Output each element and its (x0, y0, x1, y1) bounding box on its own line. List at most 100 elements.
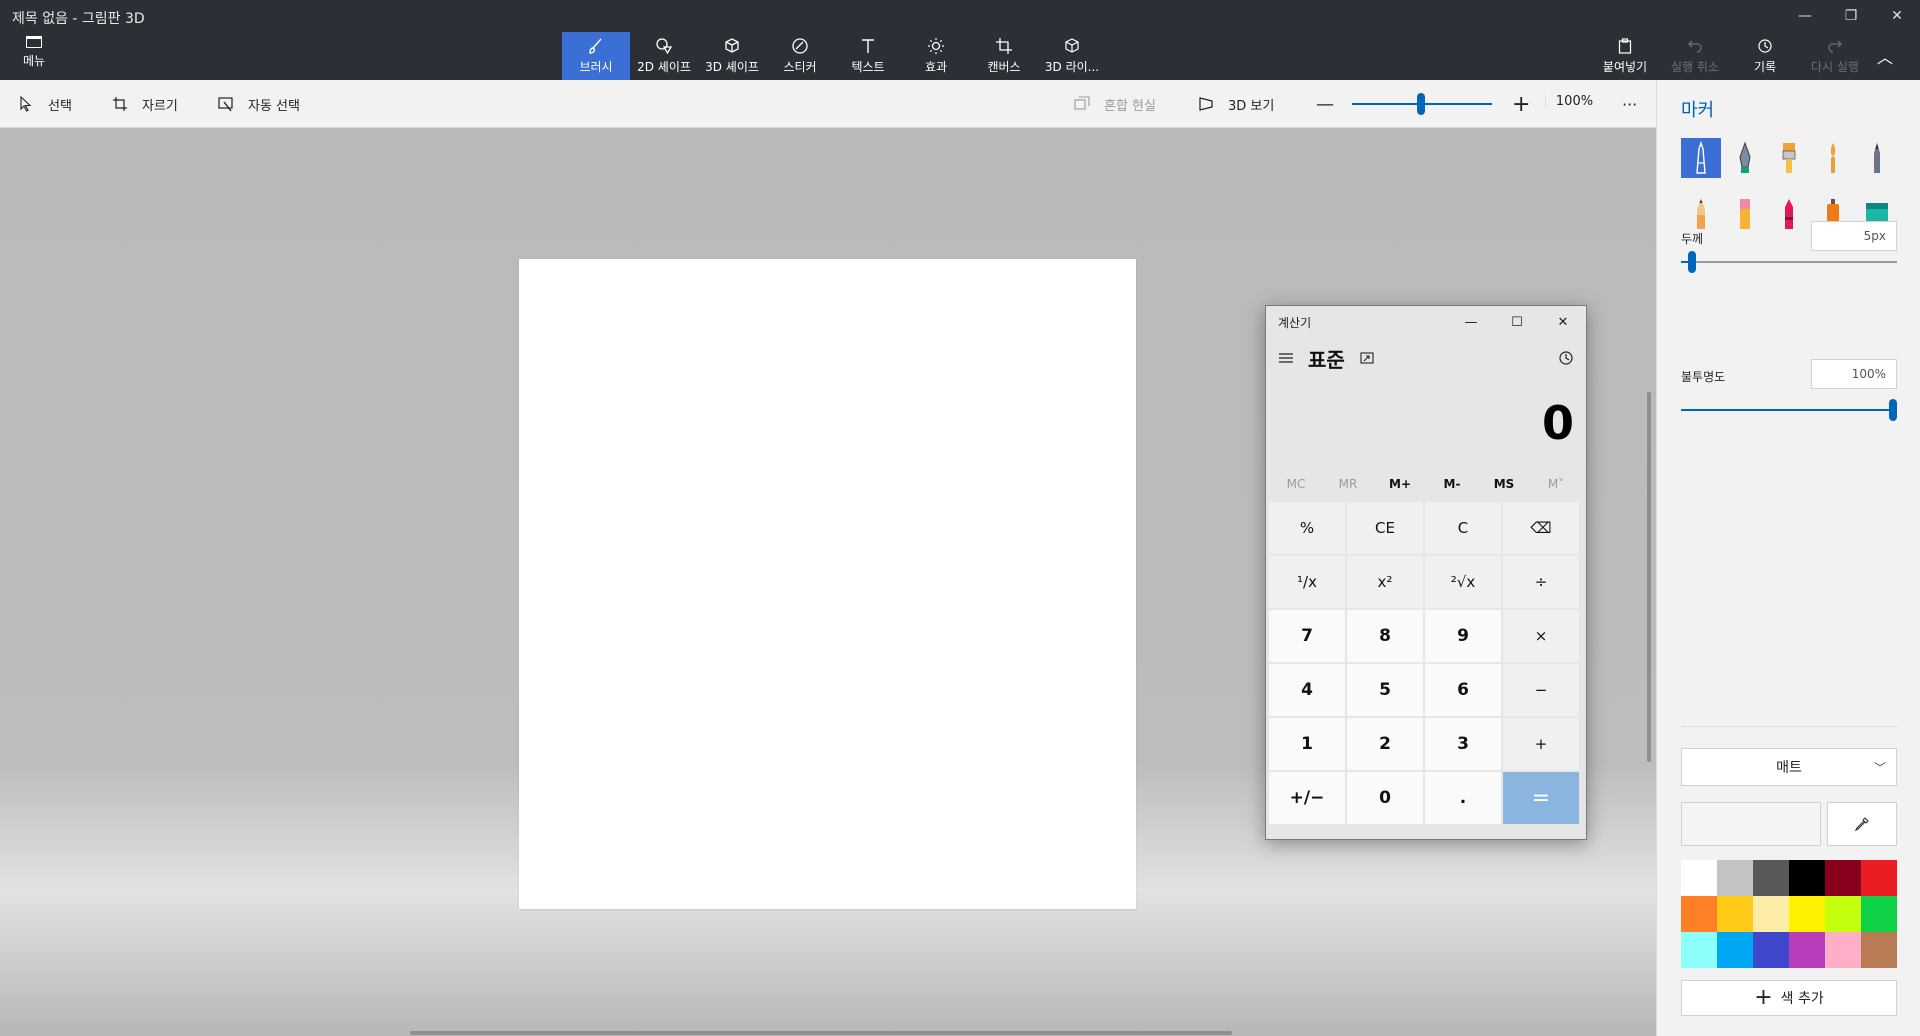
calculator-key-6[interactable]: ²√x (1425, 556, 1501, 608)
color-swatch[interactable] (1717, 932, 1753, 968)
calculator-maximize-button[interactable]: ☐ (1494, 306, 1540, 338)
color-swatch[interactable] (1753, 932, 1789, 968)
horizontal-scrollbar[interactable] (410, 1031, 1232, 1035)
color-swatch[interactable] (1825, 860, 1861, 896)
color-swatch[interactable] (1825, 932, 1861, 968)
hamburger-menu-icon[interactable] (1278, 350, 1294, 366)
calculator-key-21[interactable]: 0 (1347, 772, 1423, 824)
memory-button-2[interactable]: M+ (1374, 468, 1426, 500)
color-swatch[interactable] (1681, 896, 1717, 932)
calculator-key-10[interactable]: 9 (1425, 610, 1501, 662)
history-icon[interactable] (1558, 350, 1574, 366)
tool-stickers[interactable]: 스티커 (766, 32, 834, 80)
color-swatch[interactable] (1681, 860, 1717, 896)
calculator-key-14[interactable]: 6 (1425, 664, 1501, 716)
crayon-brush[interactable] (1769, 194, 1809, 234)
thickness-slider-track[interactable] (1681, 261, 1897, 263)
memory-button-4[interactable]: MS (1478, 468, 1530, 500)
tool-text[interactable]: 텍스트 (834, 32, 902, 80)
calculator-minimize-button[interactable]: — (1448, 306, 1494, 338)
memory-button-5[interactable]: M˅ (1530, 468, 1582, 500)
color-swatch[interactable] (1861, 896, 1897, 932)
color-swatch[interactable] (1681, 932, 1717, 968)
memory-button-3[interactable]: M- (1426, 468, 1478, 500)
tool-effects[interactable]: 효과 (902, 32, 970, 80)
calculator-key-15[interactable]: − (1503, 664, 1579, 716)
color-swatch[interactable] (1861, 932, 1897, 968)
color-swatch[interactable] (1825, 896, 1861, 932)
more-options-button[interactable]: ··· (1622, 80, 1637, 128)
memory-button-0[interactable]: MC (1270, 468, 1322, 500)
calculator-key-17[interactable]: 2 (1347, 718, 1423, 770)
color-swatch[interactable] (1789, 860, 1825, 896)
calligraphy-pen-brush[interactable] (1725, 138, 1765, 178)
calculator-key-3[interactable]: ⌫ (1503, 502, 1579, 554)
tool-brushes[interactable]: 브러시 (562, 32, 630, 80)
color-swatch[interactable] (1717, 860, 1753, 896)
calculator-key-23[interactable]: = (1503, 772, 1579, 824)
pixel-pen-brush[interactable] (1857, 138, 1897, 178)
pencil-brush[interactable] (1681, 194, 1721, 234)
keep-on-top-icon[interactable] (1359, 350, 1375, 366)
eraser-brush[interactable] (1725, 194, 1765, 234)
paste-button[interactable]: 붙여넣기 (1590, 34, 1660, 78)
zoom-in-button[interactable]: + (1512, 80, 1530, 128)
tool-3d-shapes[interactable]: 3D 셰이프 (698, 32, 766, 80)
calculator-key-4[interactable]: ¹/x (1269, 556, 1345, 608)
calculator-key-5[interactable]: x² (1347, 556, 1423, 608)
calculator-key-2[interactable]: C (1425, 502, 1501, 554)
calculator-key-18[interactable]: 3 (1425, 718, 1501, 770)
zoom-out-button[interactable]: — (1316, 80, 1334, 128)
collapse-ribbon-chevron-up-icon[interactable]: ︿ (1870, 34, 1900, 78)
vertical-scrollbar[interactable] (1647, 392, 1651, 762)
color-swatch[interactable] (1753, 896, 1789, 932)
marker-brush[interactable] (1681, 138, 1721, 178)
color-swatch[interactable] (1789, 896, 1825, 932)
view-3d-button[interactable]: 3D 보기 (1198, 80, 1274, 128)
calculator-key-16[interactable]: 1 (1269, 718, 1345, 770)
minimize-button[interactable]: — (1782, 0, 1828, 32)
calculator-key-13[interactable]: 5 (1347, 664, 1423, 716)
calculator-key-22[interactable]: . (1425, 772, 1501, 824)
calculator-close-button[interactable]: ✕ (1540, 306, 1586, 338)
tool-3d-library[interactable]: 3D 라이... (1038, 32, 1106, 80)
eyedropper-button[interactable] (1827, 802, 1897, 846)
close-button[interactable]: ✕ (1874, 0, 1920, 32)
memory-button-1[interactable]: MR (1322, 468, 1374, 500)
zoom-percent[interactable]: 100% (1545, 94, 1603, 109)
calculator-key-9[interactable]: 8 (1347, 610, 1423, 662)
select-button[interactable]: 선택 (18, 80, 72, 128)
finish-dropdown[interactable]: 매트 ﹀ (1681, 748, 1897, 786)
calculator-key-8[interactable]: 7 (1269, 610, 1345, 662)
mixed-reality-button[interactable]: 혼합 현실 (1074, 80, 1156, 128)
opacity-slider-thumb[interactable] (1889, 399, 1897, 421)
color-swatch[interactable] (1717, 896, 1753, 932)
color-swatch[interactable] (1789, 932, 1825, 968)
calculator-key-12[interactable]: 4 (1269, 664, 1345, 716)
watercolor-brush[interactable] (1813, 138, 1853, 178)
restore-button[interactable]: ❐ (1828, 0, 1874, 32)
calculator-key-19[interactable]: + (1503, 718, 1579, 770)
add-color-button[interactable]: + 색 추가 (1681, 980, 1897, 1016)
drawing-canvas[interactable] (519, 259, 1136, 909)
history-button[interactable]: 기록 (1730, 34, 1800, 78)
calculator-key-20[interactable]: +/− (1269, 772, 1345, 824)
color-swatch[interactable] (1861, 860, 1897, 896)
zoom-slider-thumb[interactable] (1417, 93, 1425, 115)
calculator-key-11[interactable]: × (1503, 610, 1579, 662)
magic-select-button[interactable]: 자동 선택 (218, 80, 300, 128)
redo-button[interactable]: 다시 실행 (1800, 34, 1870, 78)
menu-button[interactable]: 메뉴 (14, 36, 54, 76)
undo-button[interactable]: 실행 취소 (1660, 34, 1730, 78)
calculator-key-7[interactable]: ÷ (1503, 556, 1579, 608)
color-swatch[interactable] (1753, 860, 1789, 896)
oil-brush[interactable] (1769, 138, 1809, 178)
tool-canvas[interactable]: 캔버스 (970, 32, 1038, 80)
calculator-key-1[interactable]: CE (1347, 502, 1423, 554)
opacity-input[interactable]: 100% (1811, 359, 1897, 389)
thickness-slider-thumb[interactable] (1687, 251, 1696, 273)
calculator-key-0[interactable]: % (1269, 502, 1345, 554)
thickness-input[interactable]: 5px (1811, 221, 1897, 251)
crop-button[interactable]: 자르기 (112, 80, 178, 128)
tool-2d-shapes[interactable]: 2D 셰이프 (630, 32, 698, 80)
